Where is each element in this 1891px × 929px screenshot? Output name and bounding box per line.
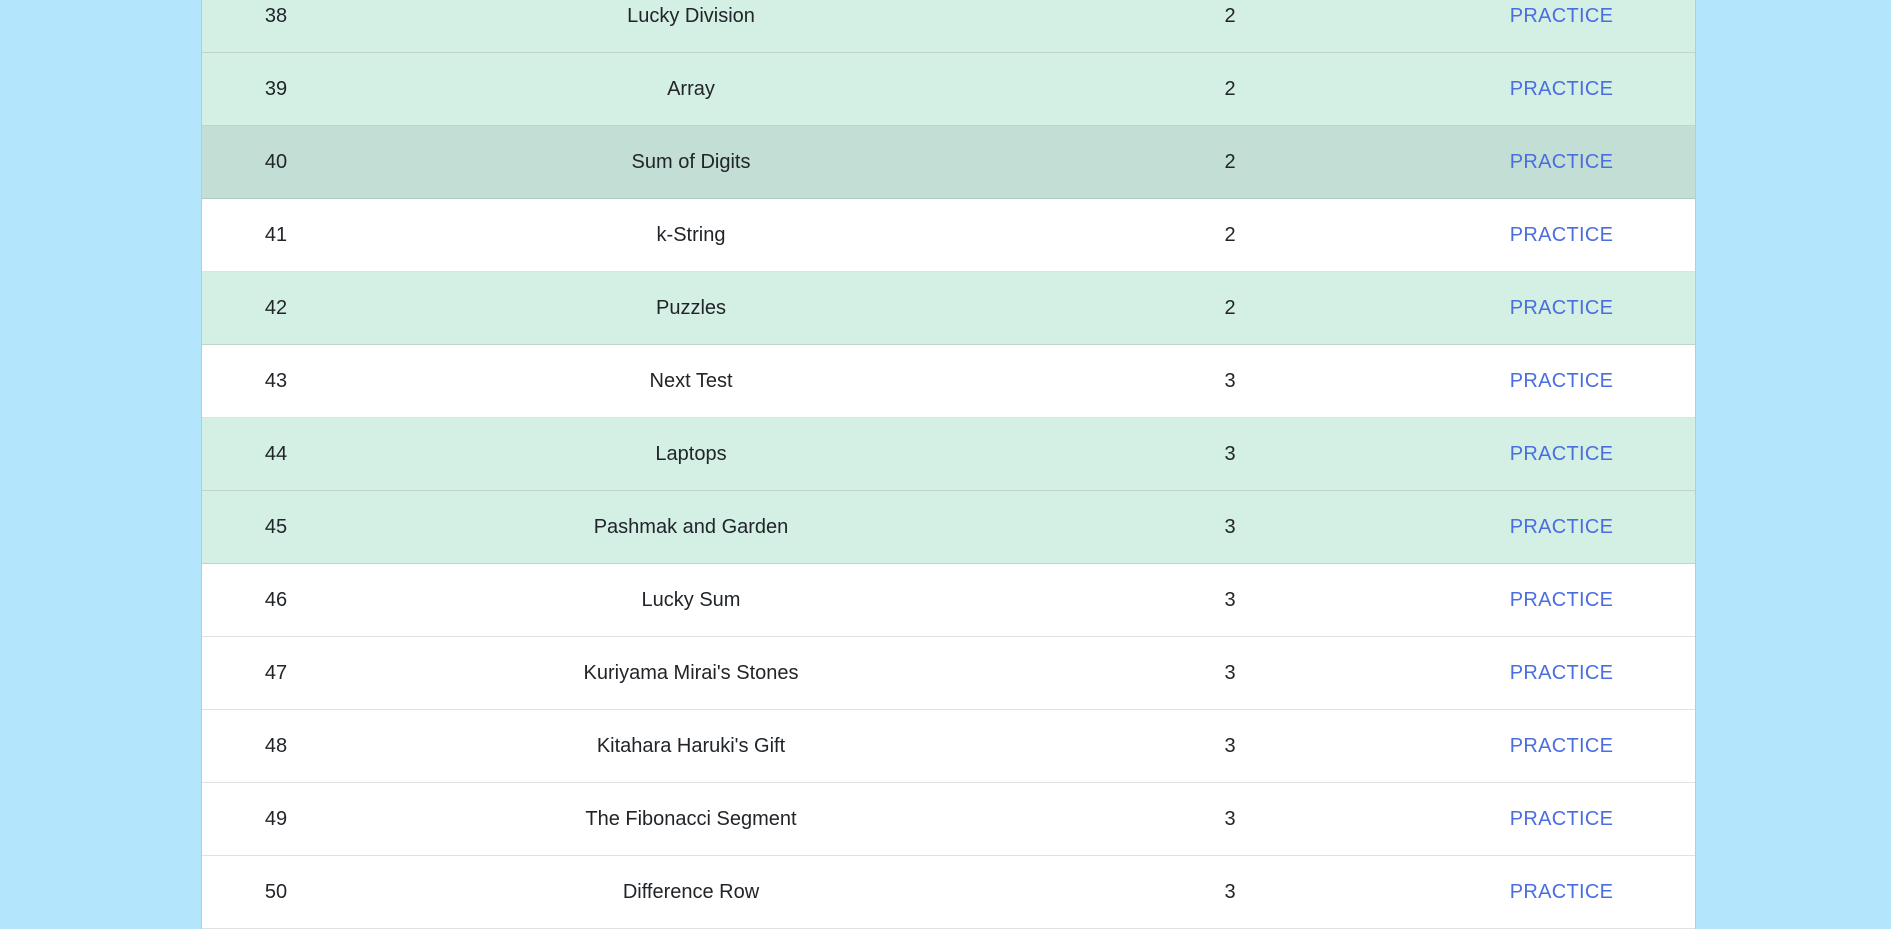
problem-number: 44 [202, 417, 350, 491]
problem-name: Kitahara Haruki's Gift [350, 709, 1032, 783]
problem-name: Laptops [350, 417, 1032, 491]
problem-rating: 2 [1032, 0, 1428, 53]
problems-table: 38 Lucky Division 2 PRACTICE 39 Array 2 … [202, 0, 1695, 929]
problem-number: 47 [202, 636, 350, 710]
practice-link[interactable]: PRACTICE [1510, 443, 1614, 465]
practice-link[interactable]: PRACTICE [1510, 370, 1614, 392]
table-row: 38 Lucky Division 2 PRACTICE [202, 0, 1695, 53]
problem-rating: 3 [1032, 782, 1428, 856]
practice-link[interactable]: PRACTICE [1510, 5, 1614, 27]
table-row: 47 Kuriyama Mirai's Stones 3 PRACTICE [202, 636, 1695, 710]
practice-link[interactable]: PRACTICE [1510, 516, 1614, 538]
practice-cell: PRACTICE [1428, 198, 1695, 272]
problem-number: 40 [202, 125, 350, 199]
problem-name: Array [350, 52, 1032, 126]
problem-name: Lucky Sum [350, 563, 1032, 637]
problem-rating: 3 [1032, 417, 1428, 491]
practice-link[interactable]: PRACTICE [1510, 297, 1614, 319]
problem-name: Sum of Digits [350, 125, 1032, 199]
table-row: 43 Next Test 3 PRACTICE [202, 344, 1695, 418]
practice-cell: PRACTICE [1428, 709, 1695, 783]
problem-number: 46 [202, 563, 350, 637]
table-row: 48 Kitahara Haruki's Gift 3 PRACTICE [202, 709, 1695, 783]
problem-number: 45 [202, 490, 350, 564]
problem-rating: 3 [1032, 709, 1428, 783]
table-row: 44 Laptops 3 PRACTICE [202, 417, 1695, 491]
problems-table-body: 38 Lucky Division 2 PRACTICE 39 Array 2 … [202, 0, 1695, 929]
problem-name: Next Test [350, 344, 1032, 418]
problem-rating: 2 [1032, 52, 1428, 126]
problem-rating: 3 [1032, 490, 1428, 564]
problem-name: Kuriyama Mirai's Stones [350, 636, 1032, 710]
practice-cell: PRACTICE [1428, 271, 1695, 345]
table-row: 42 Puzzles 2 PRACTICE [202, 271, 1695, 345]
problem-number: 41 [202, 198, 350, 272]
practice-cell: PRACTICE [1428, 417, 1695, 491]
practice-cell: PRACTICE [1428, 52, 1695, 126]
practice-cell: PRACTICE [1428, 0, 1695, 53]
problem-rating: 3 [1032, 563, 1428, 637]
practice-link[interactable]: PRACTICE [1510, 735, 1614, 757]
table-row: 39 Array 2 PRACTICE [202, 52, 1695, 126]
problem-rating: 2 [1032, 271, 1428, 345]
practice-link[interactable]: PRACTICE [1510, 881, 1614, 903]
practice-link[interactable]: PRACTICE [1510, 224, 1614, 246]
problem-number: 49 [202, 782, 350, 856]
table-row: 49 The Fibonacci Segment 3 PRACTICE [202, 782, 1695, 856]
practice-cell: PRACTICE [1428, 782, 1695, 856]
problem-rating: 2 [1032, 125, 1428, 199]
practice-link[interactable]: PRACTICE [1510, 808, 1614, 830]
problem-name: Pashmak and Garden [350, 490, 1032, 564]
problem-number: 50 [202, 855, 350, 929]
problem-rating: 3 [1032, 855, 1428, 929]
problem-number: 43 [202, 344, 350, 418]
practice-link[interactable]: PRACTICE [1510, 662, 1614, 684]
practice-link[interactable]: PRACTICE [1510, 151, 1614, 173]
problem-number: 42 [202, 271, 350, 345]
practice-cell: PRACTICE [1428, 855, 1695, 929]
problem-rating: 3 [1032, 636, 1428, 710]
problem-number: 48 [202, 709, 350, 783]
practice-cell: PRACTICE [1428, 125, 1695, 199]
practice-cell: PRACTICE [1428, 563, 1695, 637]
practice-cell: PRACTICE [1428, 490, 1695, 564]
practice-cell: PRACTICE [1428, 344, 1695, 418]
table-row: 46 Lucky Sum 3 PRACTICE [202, 563, 1695, 637]
practice-link[interactable]: PRACTICE [1510, 589, 1614, 611]
table-row: 40 Sum of Digits 2 PRACTICE [202, 125, 1695, 199]
problems-table-container: 38 Lucky Division 2 PRACTICE 39 Array 2 … [201, 0, 1696, 929]
problem-rating: 2 [1032, 198, 1428, 272]
problem-name: The Fibonacci Segment [350, 782, 1032, 856]
problem-name: Difference Row [350, 855, 1032, 929]
practice-cell: PRACTICE [1428, 636, 1695, 710]
problem-rating: 3 [1032, 344, 1428, 418]
problem-number: 38 [202, 0, 350, 53]
practice-link[interactable]: PRACTICE [1510, 78, 1614, 100]
problem-name: Puzzles [350, 271, 1032, 345]
table-row: 50 Difference Row 3 PRACTICE [202, 855, 1695, 929]
table-row: 41 k-String 2 PRACTICE [202, 198, 1695, 272]
problem-name: k-String [350, 198, 1032, 272]
problem-number: 39 [202, 52, 350, 126]
problem-name: Lucky Division [350, 0, 1032, 53]
table-row: 45 Pashmak and Garden 3 PRACTICE [202, 490, 1695, 564]
